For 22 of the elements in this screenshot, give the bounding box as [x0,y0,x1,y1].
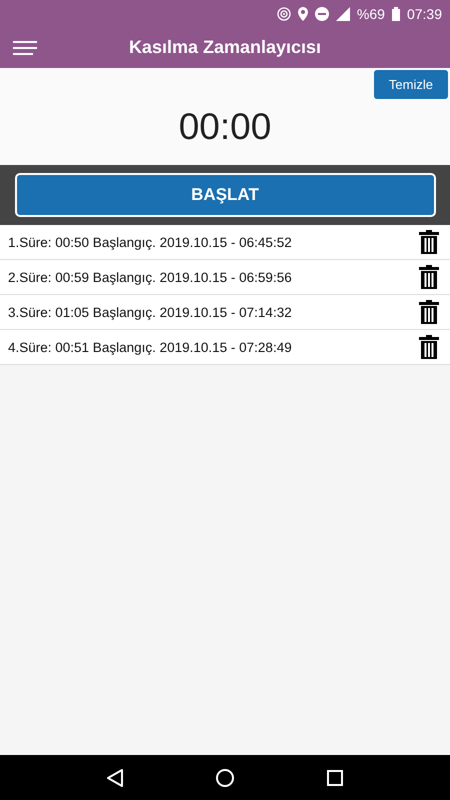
recents-icon[interactable] [327,770,344,786]
hotspot-icon [276,6,291,20]
battery-icon [392,6,400,20]
battery-percent: %69 [356,6,385,22]
clock-time: 07:39 [406,6,442,22]
back-icon[interactable] [106,768,123,786]
contraction-text: 1.Süre: 00:50 Başlangıç. 2019.10.15 - 06:45:52 [8,234,292,250]
trash-icon[interactable] [419,300,439,324]
do-not-disturb-icon [314,6,329,20]
start-button[interactable]: BAŞLAT [14,173,436,217]
home-icon[interactable] [216,768,234,786]
trash-icon[interactable] [419,230,439,254]
timer-display: 00:00 [178,106,272,148]
signal-icon [336,6,350,20]
contraction-text: 3.Süre: 01:05 Başlangıç. 2019.10.15 - 07:14:32 [8,304,292,320]
trash-icon[interactable] [419,335,439,359]
contraction-text: 2.Süre: 00:59 Başlangıç. 2019.10.15 - 06:59:56 [8,270,292,284]
trash-icon[interactable] [419,265,439,289]
app-title: Kasılma Zamanlayıcısı [128,37,322,58]
contraction-text: 4.Süre: 00:51 Başlangıç. 2019.10.15 - 07:28:49 [8,340,292,354]
clear-button[interactable]: Temizle [374,70,448,99]
location-icon [298,6,308,20]
